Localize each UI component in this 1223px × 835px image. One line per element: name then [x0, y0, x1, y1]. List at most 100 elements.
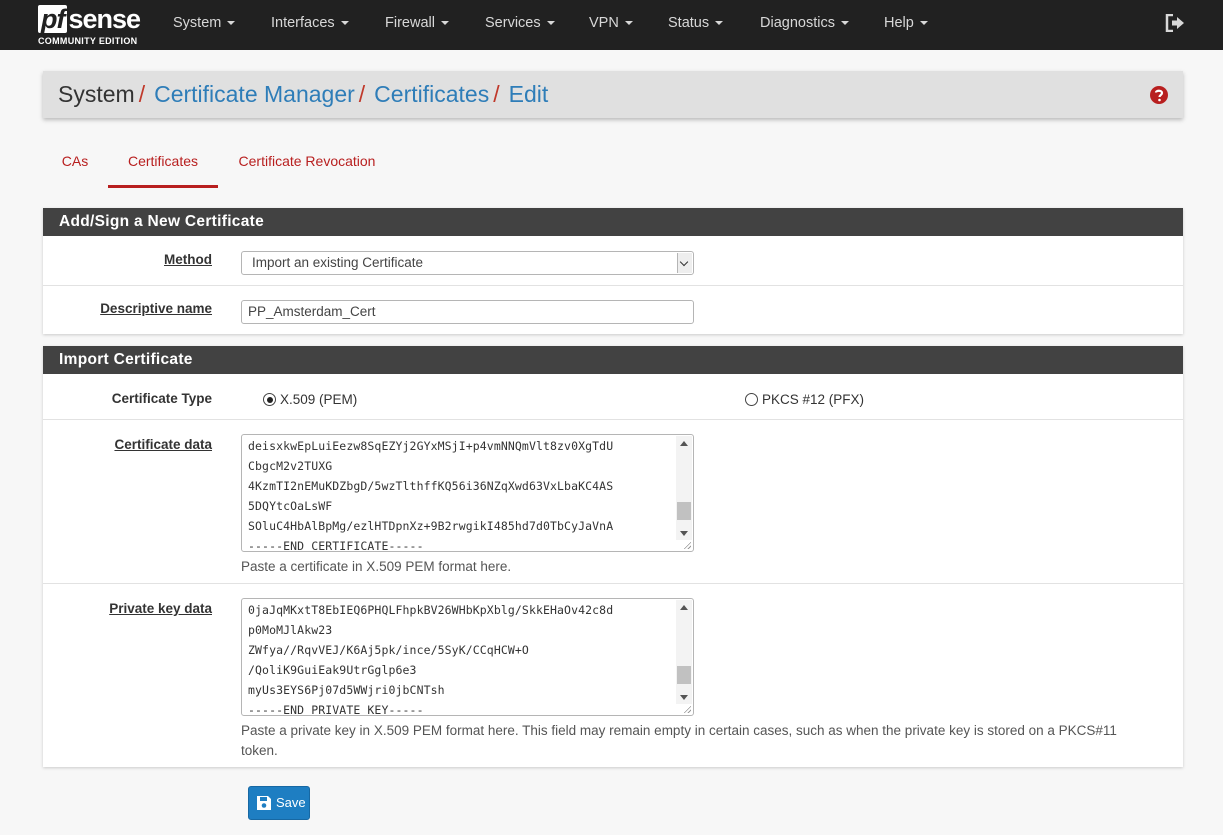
method-select[interactable]: Import an existing Certificate — [241, 251, 694, 275]
caret-down-icon — [340, 21, 349, 26]
tab-cas[interactable]: CAs — [50, 152, 100, 188]
save-button[interactable]: Save — [248, 786, 310, 820]
chevron-down-icon — [677, 253, 692, 273]
tab-label: Certificate Revocation — [238, 153, 376, 169]
scroll-up-arrow-icon[interactable] — [680, 605, 688, 610]
scroll-up-arrow-icon[interactable] — [680, 441, 688, 446]
nav-help-menu[interactable]: Help — [884, 0, 928, 50]
breadcrumb-separator: / — [138, 81, 146, 107]
scroll-down-arrow-icon[interactable] — [680, 695, 688, 700]
nav-diagnostics-menu[interactable]: Diagnostics — [760, 0, 849, 50]
text-line: deisxkwEpLuiEezw8SqEZYj2GYxMSjI+p4vmNNQm… — [248, 439, 614, 453]
breadcrumb: System / Certificate Manager / Certificates /… — [58, 81, 548, 108]
caret-down-icon — [919, 21, 928, 26]
descriptive-name-input[interactable]: PP_Amsterdam_Cert — [241, 300, 694, 324]
new-certificate-panel: Add/Sign a New Certificate Method Import… — [43, 208, 1183, 334]
import-certificate-panel: Import Certificate Certificate Type X.50… — [43, 346, 1183, 767]
nav-vpn-menu[interactable]: VPN — [589, 0, 633, 50]
certificate-data-textarea[interactable]: deisxkwEpLuiEezw8SqEZYj2GYxMSjI+p4vmNNQm… — [241, 434, 694, 552]
method-row: Method Import an existing Certificate — [43, 236, 1183, 286]
textarea-content: 0jaJqMKxtT8EbIEQ6PHQLFhpkBV26WHbKpXblg/S… — [248, 600, 614, 716]
certificate-data-help: Paste a certificate in X.509 PEM format … — [241, 559, 512, 574]
vertical-scrollbar[interactable] — [676, 600, 692, 704]
resize-grip-icon[interactable] — [683, 705, 691, 713]
text-line: -----END PRIVATE KEY----- — [248, 703, 424, 716]
certificate-data-label: Certificate data — [114, 437, 212, 452]
nav-firewall-menu[interactable]: Firewall — [385, 0, 449, 50]
tab-certificates[interactable]: Certificates — [108, 152, 218, 188]
caret-down-icon — [546, 21, 555, 26]
private-key-textarea[interactable]: 0jaJqMKxtT8EbIEQ6PHQLFhpkBV26WHbKpXblg/S… — [241, 598, 694, 716]
text-line: -----END CERTIFICATE----- — [248, 539, 424, 552]
certificate-type-row: Certificate Type X.509 (PEM) PKCS #12 (P… — [43, 374, 1183, 420]
breadcrumb-certificates[interactable]: Certificates — [374, 81, 489, 107]
textarea-content: deisxkwEpLuiEezw8SqEZYj2GYxMSjI+p4vmNNQm… — [248, 436, 614, 552]
text-line: myUs3EYS6Pj07d5WWjri0jbCNTsh — [248, 683, 445, 697]
nav-system-menu[interactable]: System — [173, 0, 236, 50]
breadcrumb-system: System — [58, 81, 135, 107]
vertical-scrollbar[interactable] — [676, 436, 692, 540]
caret-down-icon — [840, 21, 849, 26]
text-line: SOluC4HbAlBpMg/ezlHTDpnXz+9B2rwgikI485hd… — [248, 519, 614, 533]
caret-down-icon — [227, 21, 236, 26]
tab-label: Certificates — [127, 153, 199, 169]
breadcrumb-edit[interactable]: Edit — [509, 81, 549, 107]
breadcrumb-separator: / — [358, 81, 366, 107]
resize-grip-icon[interactable] — [683, 541, 691, 549]
logo-edition: COMMUNITY EDITION — [38, 36, 138, 46]
radio-unchecked-icon — [745, 393, 758, 406]
sign-out-icon[interactable] — [1165, 14, 1185, 32]
private-key-label: Private key data — [109, 601, 212, 616]
text-line: /QoliK9GuiEak9UtrGglp6e3 — [248, 663, 417, 677]
question-circle-icon[interactable] — [1149, 85, 1169, 105]
text-line: 5DQYtcOaLsWF — [248, 499, 333, 513]
radio-pkcs12-pfx[interactable]: PKCS #12 (PFX) — [745, 392, 864, 407]
caret-down-icon — [715, 21, 724, 26]
nav-interfaces-menu[interactable]: Interfaces — [271, 0, 349, 50]
nav-label: Services — [485, 15, 541, 31]
scroll-down-arrow-icon[interactable] — [680, 531, 688, 536]
panel-heading: Import Certificate — [43, 346, 1183, 374]
breadcrumb-bar: System / Certificate Manager / Certificates /… — [43, 71, 1183, 118]
panel-heading: Add/Sign a New Certificate — [43, 208, 1183, 236]
nav-label: Status — [668, 15, 710, 31]
logo-wordmark: pf sense — [38, 4, 141, 34]
method-label: Method — [164, 252, 212, 267]
radio-label: PKCS #12 (PFX) — [762, 392, 865, 407]
nav-label: Diagnostics — [760, 15, 835, 31]
top-navbar: pf sense COMMUNITY EDITION System Interfa… — [0, 0, 1223, 50]
save-label: Save — [276, 795, 306, 810]
breadcrumb-certificate-manager[interactable]: Certificate Manager — [154, 81, 355, 107]
private-key-help: Paste a private key in X.509 PEM format … — [241, 723, 1117, 758]
certificate-type-label: Certificate Type — [111, 391, 212, 406]
nav-label: Firewall — [385, 15, 435, 31]
tab-certificate-revocation[interactable]: Certificate Revocation — [228, 152, 386, 188]
radio-label: X.509 (PEM) — [280, 392, 358, 407]
descr-row: Descriptive name PP_Amsterdam_Cert — [43, 286, 1183, 334]
breadcrumb-separator: / — [493, 81, 500, 107]
caret-down-icon — [624, 21, 633, 26]
floppy-disk-icon — [257, 796, 271, 810]
certificate-data-row: Certificate data deisxkwEpLuiEezw8SqEZYj… — [43, 420, 1183, 584]
logo-pf: pf — [38, 5, 68, 33]
nav-label: Help — [884, 15, 914, 31]
text-line: 0jaJqMKxtT8EbIEQ6PHQLFhpkBV26WHbKpXblg/S… — [248, 603, 614, 617]
scrollbar-thumb[interactable] — [677, 502, 691, 520]
logo-sense: sense — [68, 4, 141, 34]
nav-status-menu[interactable]: Status — [668, 0, 724, 50]
pfsense-logo[interactable]: pf sense COMMUNITY EDITION — [38, 4, 148, 46]
radio-x509-pem[interactable]: X.509 (PEM) — [263, 392, 357, 407]
text-line: CbgcM2v2TUXG — [248, 459, 333, 473]
nav-label: Interfaces — [271, 15, 335, 31]
caret-down-icon — [440, 21, 449, 26]
private-key-row: Private key data 0jaJqMKxtT8EbIEQ6PHQLFh… — [43, 584, 1183, 766]
text-line: ZWfya//RqvVEJ/K6Aj5pk/ince/5SyK/CCqHCW+O — [248, 643, 529, 657]
tab-label: CAs — [61, 153, 89, 169]
descriptive-name-label: Descriptive name — [100, 301, 212, 316]
scrollbar-thumb[interactable] — [677, 666, 691, 684]
nav-services-menu[interactable]: Services — [485, 0, 555, 50]
text-line: p0MoMJlAkw23 — [248, 623, 333, 637]
descriptive-name-value: PP_Amsterdam_Cert — [248, 304, 376, 319]
nav-label: System — [173, 15, 222, 31]
nav-label: VPN — [589, 15, 619, 31]
